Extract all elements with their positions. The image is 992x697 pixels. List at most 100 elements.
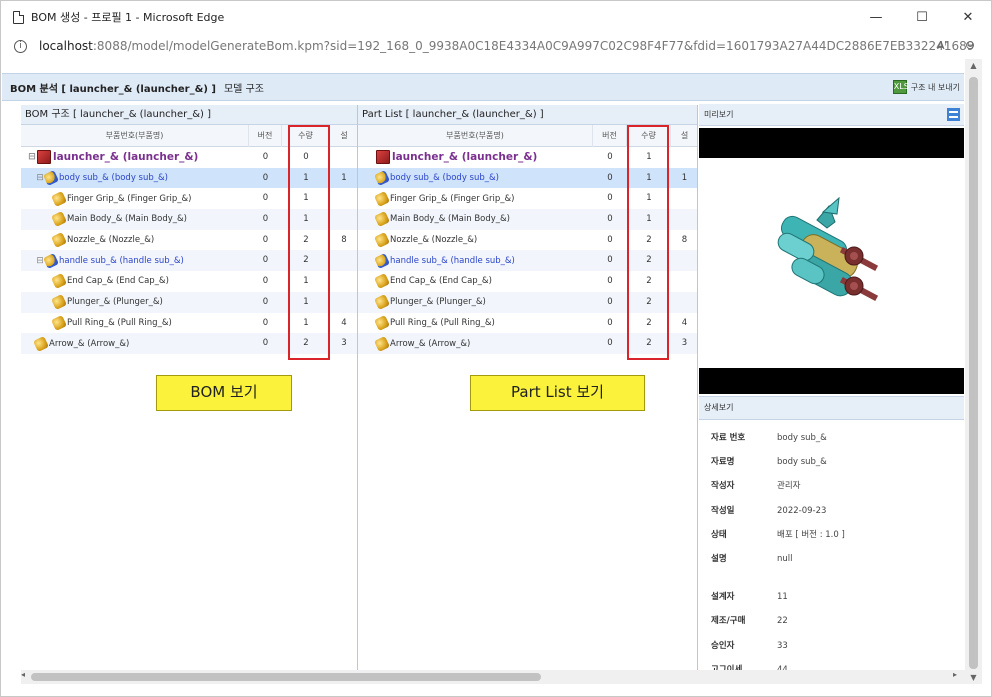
part-name-label: body sub_& (body sub_&)	[390, 173, 499, 184]
part-name-cell[interactable]: Finger Grip_& (Finger Grip_&)	[51, 188, 191, 209]
col-version[interactable]: 버전	[249, 125, 282, 147]
scroll-up-arrow[interactable]: ▲	[965, 61, 982, 70]
scroll-down-arrow[interactable]: ▼	[965, 673, 982, 682]
extra-cell: 1	[681, 172, 688, 183]
detail-row: 자료 번호 body sub_&	[703, 426, 960, 450]
part-name-cell[interactable]: handle sub_& (handle sub_&)	[374, 250, 515, 271]
part-name-cell[interactable]: Main Body_& (Main Body_&)	[51, 209, 187, 230]
url-host: localhost	[39, 39, 93, 53]
part-icon	[51, 294, 67, 311]
part-name-cell[interactable]: Nozzle_& (Nozzle_&)	[374, 230, 477, 251]
collapse-icon[interactable]: ⊟	[27, 152, 37, 162]
scroll-thumb[interactable]	[969, 77, 978, 669]
part-name-cell[interactable]: body sub_& (body sub_&)	[374, 168, 499, 189]
bom-view-button[interactable]: BOM 보기	[156, 375, 292, 411]
preview-header: 미리보기	[699, 104, 964, 126]
minimize-button[interactable]: —	[853, 1, 899, 33]
detail-key: 작성일	[711, 505, 735, 516]
part-name-label: launcher_& (launcher_&)	[53, 151, 199, 164]
model-render-image	[777, 196, 879, 302]
vertical-scrollbar[interactable]: ▲ ▼	[965, 59, 982, 684]
horizontal-scrollbar[interactable]: ◂ ▸	[21, 670, 965, 684]
version-cell: 0	[262, 296, 269, 307]
detail-value: 관리자	[777, 481, 801, 492]
col-part-name[interactable]: 부품번호(부품명)	[358, 125, 593, 147]
version-cell: 0	[262, 152, 269, 162]
part-name-label: Main Body_& (Main Body_&)	[390, 214, 510, 225]
info-icon[interactable]: i	[14, 39, 27, 53]
version-cell: 0	[607, 172, 613, 183]
part-name-label: Main Body_& (Main Body_&)	[67, 214, 187, 225]
app-header: BOM 분석 [ launcher_& (launcher_&) ] 모델 구조…	[2, 73, 964, 101]
zoom-icon[interactable]: ⊖	[965, 38, 975, 52]
part-name-cell[interactable]: ⊟ body sub_& (body sub_&)	[35, 168, 168, 189]
launcher-model	[777, 196, 879, 302]
version-cell: 0	[262, 255, 269, 266]
version-cell: 0	[607, 193, 613, 204]
part-name-cell[interactable]: Pull Ring_& (Pull Ring_&)	[374, 313, 495, 334]
part-name-cell[interactable]: End Cap_& (End Cap_&)	[374, 271, 492, 292]
col-extra[interactable]: 설	[671, 125, 698, 147]
part-icon	[374, 273, 390, 290]
part-name-label: Plunger_& (Plunger_&)	[390, 297, 486, 308]
detail-value: 11	[777, 592, 788, 603]
read-aloud-icon[interactable]: Aʰ	[937, 39, 949, 52]
3d-model-viewer[interactable]	[699, 128, 964, 394]
scroll-left-arrow[interactable]: ◂	[21, 670, 25, 679]
extra-cell	[671, 250, 698, 271]
viewer-bottom-bar	[699, 368, 964, 394]
part-name-label: Pull Ring_& (Pull Ring_&)	[67, 317, 172, 328]
part-icon	[374, 314, 390, 331]
export-structure-button[interactable]: XLS 구조 내 보내기	[892, 80, 960, 94]
url-text[interactable]: localhost:8088/model/modelGenerateBom.kp…	[39, 39, 974, 53]
detail-row: 제조/구매 22	[703, 609, 960, 633]
version-cell: 0	[607, 234, 613, 245]
version-cell: 0	[262, 172, 269, 183]
part-icon	[374, 294, 390, 311]
detail-value: 2022-09-23	[777, 505, 827, 516]
address-bar: i localhost:8088/model/modelGenerateBom.…	[1, 33, 991, 59]
col-extra[interactable]: 설	[330, 125, 358, 147]
bom-quantity-highlight	[288, 125, 330, 360]
part-name-cell[interactable]: Plunger_& (Plunger_&)	[51, 292, 163, 313]
part-name-cell[interactable]: ⊟ launcher_& (launcher_&)	[27, 147, 198, 168]
detail-row: 자료명 body sub_&	[703, 450, 960, 474]
col-part-name[interactable]: 부품번호(부품명)	[21, 125, 249, 147]
part-name-cell[interactable]: Arrow_& (Arrow_&)	[374, 333, 471, 354]
part-name-cell[interactable]: Arrow_& (Arrow_&)	[33, 333, 129, 354]
scroll-thumb[interactable]	[31, 673, 541, 681]
menu-icon[interactable]	[947, 108, 960, 121]
part-name-label: Pull Ring_& (Pull Ring_&)	[390, 317, 495, 328]
detail-value: 33	[777, 640, 788, 651]
maximize-button[interactable]: ☐	[899, 1, 945, 33]
part-name-cell[interactable]: launcher_& (launcher_&)	[376, 147, 537, 168]
part-name-cell[interactable]: Main Body_& (Main Body_&)	[374, 209, 510, 230]
partlist-view-button[interactable]: Part List 보기	[470, 375, 645, 411]
detail-key: 설계자	[711, 592, 735, 603]
part-name-cell[interactable]: End Cap_& (End Cap_&)	[51, 271, 169, 292]
part-name-cell[interactable]: Plunger_& (Plunger_&)	[374, 292, 486, 313]
extra-cell: 3	[681, 338, 688, 349]
detail-value: body sub_&	[777, 457, 827, 468]
preview-title: 미리보기	[704, 110, 734, 119]
partlist-panel-header: Part List [ launcher_& (launcher_&) ]	[358, 105, 697, 125]
detail-row: 상태 배포 [ 버전 : 1.0 ]	[703, 523, 960, 547]
detail-row: 설명 null	[703, 547, 960, 571]
close-button[interactable]: ✕	[945, 1, 991, 33]
detail-row: 작성일 2022-09-23	[703, 499, 960, 523]
part-name-cell[interactable]: Finger Grip_& (Finger Grip_&)	[374, 188, 514, 209]
part-icon	[374, 190, 390, 207]
extra-cell: 4	[341, 317, 347, 328]
scroll-right-arrow[interactable]: ▸	[953, 670, 957, 679]
col-version[interactable]: 버전	[593, 125, 627, 147]
version-cell: 0	[607, 296, 613, 307]
part-name-cell[interactable]: Nozzle_& (Nozzle_&)	[51, 230, 154, 251]
part-name-cell[interactable]: Pull Ring_& (Pull Ring_&)	[51, 313, 172, 334]
part-name-cell[interactable]: ⊟ handle sub_& (handle sub_&)	[35, 250, 184, 271]
part-name-label: Arrow_& (Arrow_&)	[390, 338, 471, 349]
extra-cell: 1	[341, 172, 347, 183]
version-cell: 0	[607, 214, 613, 225]
part-name-label: End Cap_& (End Cap_&)	[67, 276, 169, 287]
part-name-label: body sub_& (body sub_&)	[59, 173, 168, 184]
title-bar: BOM 생성 - 프로필 1 - Microsoft Edge — ☐ ✕	[1, 1, 991, 33]
